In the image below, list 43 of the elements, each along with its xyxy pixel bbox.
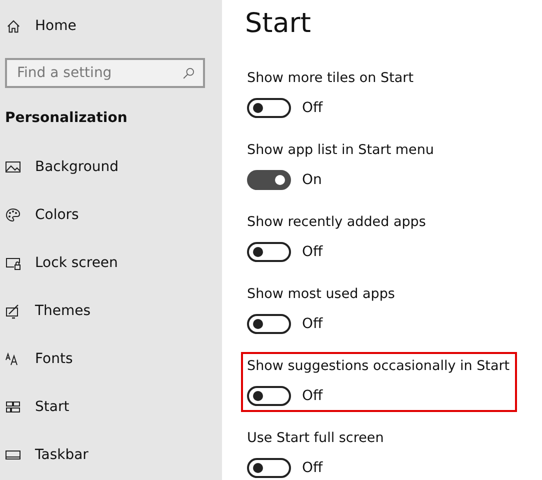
toggle-switch[interactable] [247, 170, 291, 190]
section-heading: Personalization [5, 110, 128, 128]
setting-label: Show recently added apps [247, 214, 427, 232]
nav-item[interactable]: Themes [0, 287, 222, 335]
toggle-state: Off [302, 388, 323, 404]
search-field[interactable]: Find a setting [5, 58, 205, 88]
setting-label: Show app list in Start menu [247, 142, 435, 160]
nav-label: Lock screen [35, 255, 118, 271]
toggle-state: Off [302, 244, 323, 260]
nav-label: Background [35, 159, 119, 175]
toggle-state: Off [302, 100, 323, 116]
home-icon [6, 18, 21, 34]
toggle-state: On [302, 172, 322, 188]
nav-label: Themes [35, 303, 91, 319]
toggle-switch[interactable] [247, 98, 291, 118]
toggle-switch[interactable] [247, 242, 291, 262]
nav-item[interactable]: Start [0, 383, 222, 431]
setting-label: Use Start full screen [247, 430, 385, 448]
search-icon [182, 67, 195, 80]
nav-label: Fonts [35, 351, 73, 367]
tiles-icon [5, 399, 21, 415]
nav-item[interactable]: Background [0, 143, 222, 191]
monitor-brush-icon [5, 303, 21, 319]
page-title: Start [245, 8, 312, 41]
nav-label: Colors [35, 207, 79, 223]
toggle-state: Off [302, 460, 323, 476]
nav-label: Taskbar [35, 447, 88, 463]
toggle-state: Off [302, 316, 323, 332]
nav-item[interactable]: Taskbar [0, 431, 222, 479]
picture-icon [5, 159, 21, 175]
nav-item[interactable]: Lock screen [0, 239, 222, 287]
nav-label: Start [35, 399, 70, 415]
nav-item[interactable]: Fonts [0, 335, 222, 383]
setting-label: Show more tiles on Start [247, 70, 414, 88]
toggle-switch[interactable] [247, 386, 291, 406]
setting-label: Show suggestions occasionally in Start [247, 358, 511, 376]
toggle-switch[interactable] [247, 314, 291, 334]
setting-label: Show most used apps [247, 286, 396, 304]
monitor-lock-icon [5, 255, 21, 271]
nav-item[interactable]: Colors [0, 191, 222, 239]
home-link[interactable]: Home [0, 14, 222, 38]
palette-icon [5, 207, 21, 223]
toggle-switch[interactable] [247, 458, 291, 478]
